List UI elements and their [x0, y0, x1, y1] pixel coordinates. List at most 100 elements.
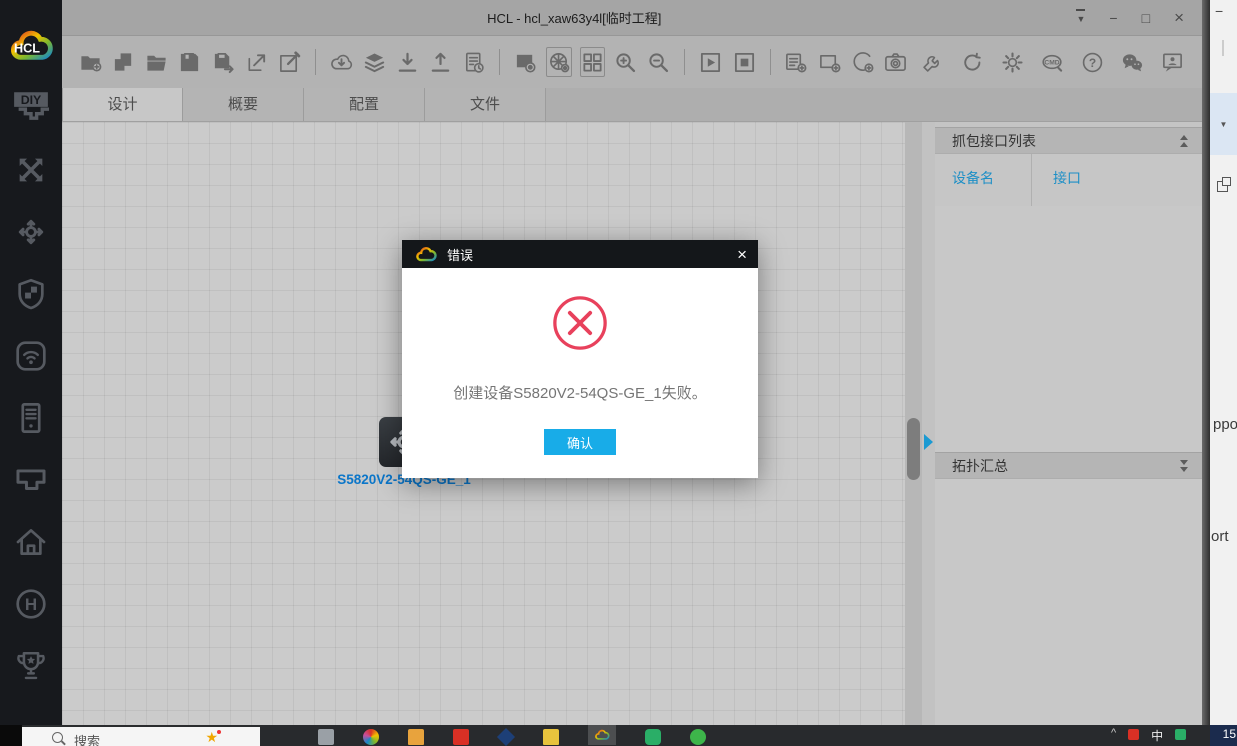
bg-partial-text-top: ppo	[1213, 416, 1237, 433]
export-button[interactable]	[244, 47, 269, 77]
zoom-out-button[interactable]	[646, 47, 671, 77]
folder-app-icon[interactable]	[408, 729, 424, 745]
toolbar-separator	[315, 49, 316, 75]
start-button-area[interactable]	[0, 725, 22, 746]
browser-app-icon[interactable]	[363, 729, 379, 745]
tray-app2-icon[interactable]	[1175, 729, 1186, 740]
canvas-scrollbar[interactable]	[905, 122, 922, 725]
terminal-button[interactable]	[7, 460, 55, 500]
save-as-button[interactable]	[211, 47, 236, 77]
minimize-button[interactable]: −	[1109, 11, 1117, 25]
taskbar-clock[interactable]: 15	[1210, 725, 1237, 746]
capture-panel-header[interactable]: 抓包接口列表	[935, 127, 1202, 154]
export-icon	[245, 51, 268, 74]
download-button[interactable]	[395, 47, 420, 77]
tab-config[interactable]: 配置	[304, 88, 425, 121]
overview-globe-button[interactable]	[546, 47, 571, 77]
wechat-icon	[1121, 51, 1144, 74]
grid-layout-button[interactable]	[580, 47, 605, 77]
help-button[interactable]: ?	[1077, 47, 1107, 77]
bg-minimize-glyph: −	[1215, 3, 1223, 19]
titlebar: HCL - hcl_xaw63y4l[临时工程] ▼ − □ ×	[62, 0, 1202, 36]
tab-design[interactable]: 设计	[62, 88, 183, 121]
toolbar-separator	[499, 49, 500, 75]
svg-text:?: ?	[1088, 55, 1095, 69]
expand-arrows-button[interactable]	[7, 150, 55, 190]
tray-expand-icon[interactable]: ^	[1111, 727, 1116, 739]
open-project-button[interactable]	[111, 47, 136, 77]
home-button[interactable]	[7, 522, 55, 562]
dialog-title: 错误	[447, 245, 473, 264]
trophy-button[interactable]	[7, 646, 55, 686]
diy-button[interactable]: DIY	[7, 88, 55, 128]
settings-button[interactable]	[997, 47, 1027, 77]
error-message: 创建设备S5820V2-54QS-GE_1失败。	[402, 382, 758, 403]
panel-splitter	[922, 122, 935, 725]
router-button[interactable]	[7, 212, 55, 252]
new-project-button[interactable]	[78, 47, 103, 77]
capture-panel-title: 抓包接口列表	[952, 131, 1036, 151]
maximize-button[interactable]: □	[1142, 11, 1150, 25]
tools-button[interactable]	[917, 47, 947, 77]
confirm-button[interactable]: 确认	[544, 429, 616, 455]
reset-button[interactable]	[957, 47, 987, 77]
edit-button[interactable]	[277, 47, 302, 77]
open-folder-icon	[145, 51, 168, 74]
screenshot-button[interactable]	[883, 47, 908, 77]
office-app-icon[interactable]	[453, 729, 469, 745]
layers-button[interactable]	[362, 47, 387, 77]
chevron-down-icon: ▼	[1220, 120, 1228, 129]
hcl-logo-button[interactable]: HCL	[7, 26, 55, 66]
upload-button[interactable]	[428, 47, 453, 77]
hcl-app-icon[interactable]	[588, 725, 616, 745]
feedback-icon	[1161, 51, 1184, 74]
expand-panel-arrow-icon[interactable]	[924, 434, 933, 450]
h3c-button[interactable]: H	[7, 584, 55, 624]
close-button[interactable]: ×	[1174, 11, 1184, 25]
ime-indicator[interactable]: 中	[1151, 727, 1163, 744]
image-preview-button[interactable]	[513, 47, 538, 77]
save-button[interactable]	[177, 47, 202, 77]
start-icon	[699, 51, 722, 74]
server-button[interactable]	[7, 398, 55, 438]
scrollbar-thumb[interactable]	[907, 418, 920, 480]
open-folder-button[interactable]	[144, 47, 169, 77]
window-title: HCL - hcl_xaw63y4l[临时工程]	[62, 8, 1076, 27]
svg-text:CMD: CMD	[1044, 59, 1059, 66]
upload-icon	[429, 51, 452, 74]
toolbar-collapse-button[interactable]: ▼	[1076, 9, 1085, 26]
zoom-out-icon	[647, 51, 670, 74]
uc-app-icon[interactable]	[690, 729, 706, 745]
notes-app-icon[interactable]	[543, 729, 559, 745]
cloud-download-button[interactable]	[329, 47, 354, 77]
open-project-icon	[112, 51, 135, 74]
wechat-button[interactable]	[1117, 47, 1147, 77]
tab-summary[interactable]: 概要	[183, 88, 304, 121]
device-doc-button[interactable]	[461, 47, 486, 77]
trophy-icon	[14, 649, 48, 683]
toolbar-right-group: CMD?	[912, 47, 1192, 77]
taskbar-search-box[interactable]: 搜索 ★	[22, 725, 260, 746]
device-doc-icon	[462, 51, 485, 74]
add-curve-button[interactable]	[850, 47, 875, 77]
help-icon: ?	[1081, 51, 1104, 74]
wechat-app-icon[interactable]	[645, 729, 661, 745]
settings-icon	[1001, 51, 1024, 74]
tab-file[interactable]: 文件	[425, 88, 546, 121]
add-note-button[interactable]	[783, 47, 808, 77]
tray-app-icon[interactable]	[1128, 729, 1139, 740]
start-button[interactable]	[698, 47, 723, 77]
topology-panel-header[interactable]: 拓扑汇总	[935, 452, 1202, 479]
keyboard-app-icon[interactable]	[318, 729, 334, 745]
save-as-icon	[212, 51, 235, 74]
mail-app-icon[interactable]	[497, 728, 515, 746]
wireless-button[interactable]	[7, 336, 55, 376]
firewall-button[interactable]	[7, 274, 55, 314]
zoom-in-button[interactable]	[613, 47, 638, 77]
image-preview-icon	[514, 51, 537, 74]
add-rect-button[interactable]	[817, 47, 842, 77]
stop-button[interactable]	[731, 47, 756, 77]
dialog-close-button[interactable]: ×	[737, 246, 747, 263]
cmd-button[interactable]: CMD	[1037, 47, 1067, 77]
feedback-button[interactable]	[1157, 47, 1187, 77]
